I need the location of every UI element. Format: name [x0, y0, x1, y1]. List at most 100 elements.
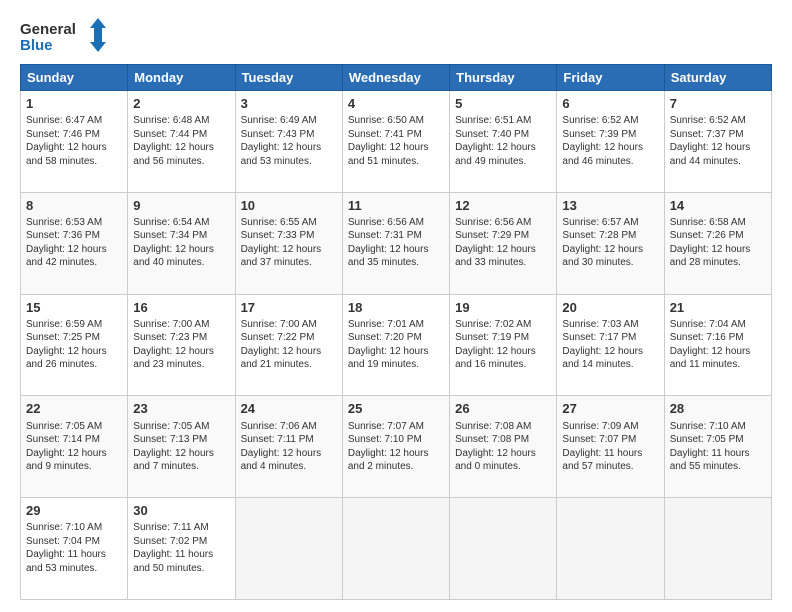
calendar-cell: 8Sunrise: 6:53 AMSunset: 7:36 PMDaylight… — [21, 192, 128, 294]
day-number: 22 — [26, 400, 122, 418]
day-number: 6 — [562, 95, 658, 113]
calendar-cell: 24Sunrise: 7:06 AMSunset: 7:11 PMDayligh… — [235, 396, 342, 498]
calendar-cell: 10Sunrise: 6:55 AMSunset: 7:33 PMDayligh… — [235, 192, 342, 294]
calendar-cell: 16Sunrise: 7:00 AMSunset: 7:23 PMDayligh… — [128, 294, 235, 396]
calendar-cell: 28Sunrise: 7:10 AMSunset: 7:05 PMDayligh… — [664, 396, 771, 498]
day-number: 23 — [133, 400, 229, 418]
calendar-cell: 2Sunrise: 6:48 AMSunset: 7:44 PMDaylight… — [128, 91, 235, 193]
calendar-cell: 29Sunrise: 7:10 AMSunset: 7:04 PMDayligh… — [21, 498, 128, 600]
calendar-cell — [450, 498, 557, 600]
day-number: 9 — [133, 197, 229, 215]
calendar-row-2: 15Sunrise: 6:59 AMSunset: 7:25 PMDayligh… — [21, 294, 772, 396]
cell-info: Sunrise: 7:00 AMSunset: 7:23 PMDaylight:… — [133, 318, 229, 372]
cell-info: Sunrise: 6:56 AMSunset: 7:31 PMDaylight:… — [348, 216, 444, 270]
calendar-cell: 26 Sunrise: 7:08 AMSunset: 7:08 PMDayligh… — [450, 396, 557, 498]
cell-info: Sunrise: 6:52 AMSunset: 7:37 PMDaylight:… — [670, 114, 766, 168]
day-number: 30 — [133, 502, 229, 520]
calendar-cell: 18Sunrise: 7:01 AMSunset: 7:20 PMDayligh… — [342, 294, 449, 396]
calendar-row-4: 29Sunrise: 7:10 AMSunset: 7:04 PMDayligh… — [21, 498, 772, 600]
day-number: 19 — [455, 299, 551, 317]
weekday-friday: Friday — [557, 65, 664, 91]
day-number: 8 — [26, 197, 122, 215]
calendar-row-1: 8Sunrise: 6:53 AMSunset: 7:36 PMDaylight… — [21, 192, 772, 294]
day-number: 7 — [670, 95, 766, 113]
cell-info: Sunrise: 7:02 AMSunset: 7:19 PMDaylight:… — [455, 318, 551, 372]
calendar-cell — [664, 498, 771, 600]
calendar-cell: 7Sunrise: 6:52 AMSunset: 7:37 PMDaylight… — [664, 91, 771, 193]
cell-info: Sunrise: 7:11 AMSunset: 7:02 PMDaylight:… — [133, 521, 229, 575]
day-number: 25 — [348, 400, 444, 418]
cell-info: Sunrise: 7:04 AMSunset: 7:16 PMDaylight:… — [670, 318, 766, 372]
cell-info: Sunrise: 6:58 AMSunset: 7:26 PMDaylight:… — [670, 216, 766, 270]
calendar-cell: 1Sunrise: 6:47 AMSunset: 7:46 PMDaylight… — [21, 91, 128, 193]
calendar-row-3: 22 Sunrise: 7:05 AMSunset: 7:14 PMDayligh… — [21, 396, 772, 498]
cell-info: Sunrise: 7:05 AMSunset: 7:13 PMDaylight:… — [133, 420, 229, 474]
calendar-cell: 3Sunrise: 6:49 AMSunset: 7:43 PMDaylight… — [235, 91, 342, 193]
calendar-cell: 11Sunrise: 6:56 AMSunset: 7:31 PMDayligh… — [342, 192, 449, 294]
cell-info: Sunrise: 6:55 AMSunset: 7:33 PMDaylight:… — [241, 216, 337, 270]
cell-info: Sunrise: 6:57 AMSunset: 7:28 PMDaylight:… — [562, 216, 658, 270]
calendar-row-0: 1Sunrise: 6:47 AMSunset: 7:46 PMDaylight… — [21, 91, 772, 193]
calendar-cell — [235, 498, 342, 600]
day-number: 28 — [670, 400, 766, 418]
day-number: 14 — [670, 197, 766, 215]
day-number: 16 — [133, 299, 229, 317]
day-number: 13 — [562, 197, 658, 215]
cell-info: Sunrise: 7:08 AMSunset: 7:08 PMDaylight:… — [455, 420, 551, 474]
calendar-cell: 20Sunrise: 7:03 AMSunset: 7:17 PMDayligh… — [557, 294, 664, 396]
svg-text:General: General — [20, 21, 76, 38]
header: General Blue — [20, 16, 772, 56]
svg-text:Blue: Blue — [20, 37, 53, 54]
day-number: 29 — [26, 502, 122, 520]
calendar-cell: 15Sunrise: 6:59 AMSunset: 7:25 PMDayligh… — [21, 294, 128, 396]
day-number: 2 — [133, 95, 229, 113]
weekday-thursday: Thursday — [450, 65, 557, 91]
calendar-table: SundayMondayTuesdayWednesdayThursdayFrid… — [20, 64, 772, 600]
day-number: 15 — [26, 299, 122, 317]
calendar-cell: 4Sunrise: 6:50 AMSunset: 7:41 PMDaylight… — [342, 91, 449, 193]
day-number: 11 — [348, 197, 444, 215]
cell-info: Sunrise: 7:01 AMSunset: 7:20 PMDaylight:… — [348, 318, 444, 372]
cell-info: Sunrise: 6:50 AMSunset: 7:41 PMDaylight:… — [348, 114, 444, 168]
calendar-cell — [342, 498, 449, 600]
calendar-cell: 5Sunrise: 6:51 AMSunset: 7:40 PMDaylight… — [450, 91, 557, 193]
calendar-cell: 12Sunrise: 6:56 AMSunset: 7:29 PMDayligh… — [450, 192, 557, 294]
cell-info: Sunrise: 6:53 AMSunset: 7:36 PMDaylight:… — [26, 216, 122, 270]
weekday-saturday: Saturday — [664, 65, 771, 91]
day-number: 3 — [241, 95, 337, 113]
day-number: 20 — [562, 299, 658, 317]
calendar-cell: 9Sunrise: 6:54 AMSunset: 7:34 PMDaylight… — [128, 192, 235, 294]
cell-info: Sunrise: 6:49 AMSunset: 7:43 PMDaylight:… — [241, 114, 337, 168]
calendar-cell: 17Sunrise: 7:00 AMSunset: 7:22 PMDayligh… — [235, 294, 342, 396]
weekday-header-row: SundayMondayTuesdayWednesdayThursdayFrid… — [21, 65, 772, 91]
day-number: 26 — [455, 400, 551, 418]
cell-info: Sunrise: 7:05 AMSunset: 7:14 PMDaylight:… — [26, 420, 122, 474]
calendar-cell: 23 Sunrise: 7:05 AMSunset: 7:13 PMDayligh… — [128, 396, 235, 498]
cell-info: Sunrise: 6:51 AMSunset: 7:40 PMDaylight:… — [455, 114, 551, 168]
day-number: 17 — [241, 299, 337, 317]
day-number: 4 — [348, 95, 444, 113]
calendar-cell: 14Sunrise: 6:58 AMSunset: 7:26 PMDayligh… — [664, 192, 771, 294]
cell-info: Sunrise: 6:59 AMSunset: 7:25 PMDaylight:… — [26, 318, 122, 372]
page: General Blue SundayMondayTuesdayWednesda… — [0, 0, 792, 612]
logo: General Blue — [20, 16, 110, 56]
cell-info: Sunrise: 6:56 AMSunset: 7:29 PMDaylight:… — [455, 216, 551, 270]
cell-info: Sunrise: 7:09 AMSunset: 7:07 PMDaylight:… — [562, 420, 658, 474]
day-number: 27 — [562, 400, 658, 418]
calendar-cell: 6Sunrise: 6:52 AMSunset: 7:39 PMDaylight… — [557, 91, 664, 193]
day-number: 18 — [348, 299, 444, 317]
calendar-cell: 21Sunrise: 7:04 AMSunset: 7:16 PMDayligh… — [664, 294, 771, 396]
calendar-cell: 22 Sunrise: 7:05 AMSunset: 7:14 PMDayligh… — [21, 396, 128, 498]
day-number: 21 — [670, 299, 766, 317]
calendar-cell — [557, 498, 664, 600]
day-number: 10 — [241, 197, 337, 215]
cell-info: Sunrise: 7:06 AMSunset: 7:11 PMDaylight:… — [241, 420, 337, 474]
cell-info: Sunrise: 6:47 AMSunset: 7:46 PMDaylight:… — [26, 114, 122, 168]
day-number: 12 — [455, 197, 551, 215]
calendar-cell: 30Sunrise: 7:11 AMSunset: 7:02 PMDayligh… — [128, 498, 235, 600]
calendar-cell: 13Sunrise: 6:57 AMSunset: 7:28 PMDayligh… — [557, 192, 664, 294]
weekday-monday: Monday — [128, 65, 235, 91]
cell-info: Sunrise: 7:03 AMSunset: 7:17 PMDaylight:… — [562, 318, 658, 372]
cell-info: Sunrise: 6:54 AMSunset: 7:34 PMDaylight:… — [133, 216, 229, 270]
cell-info: Sunrise: 6:48 AMSunset: 7:44 PMDaylight:… — [133, 114, 229, 168]
